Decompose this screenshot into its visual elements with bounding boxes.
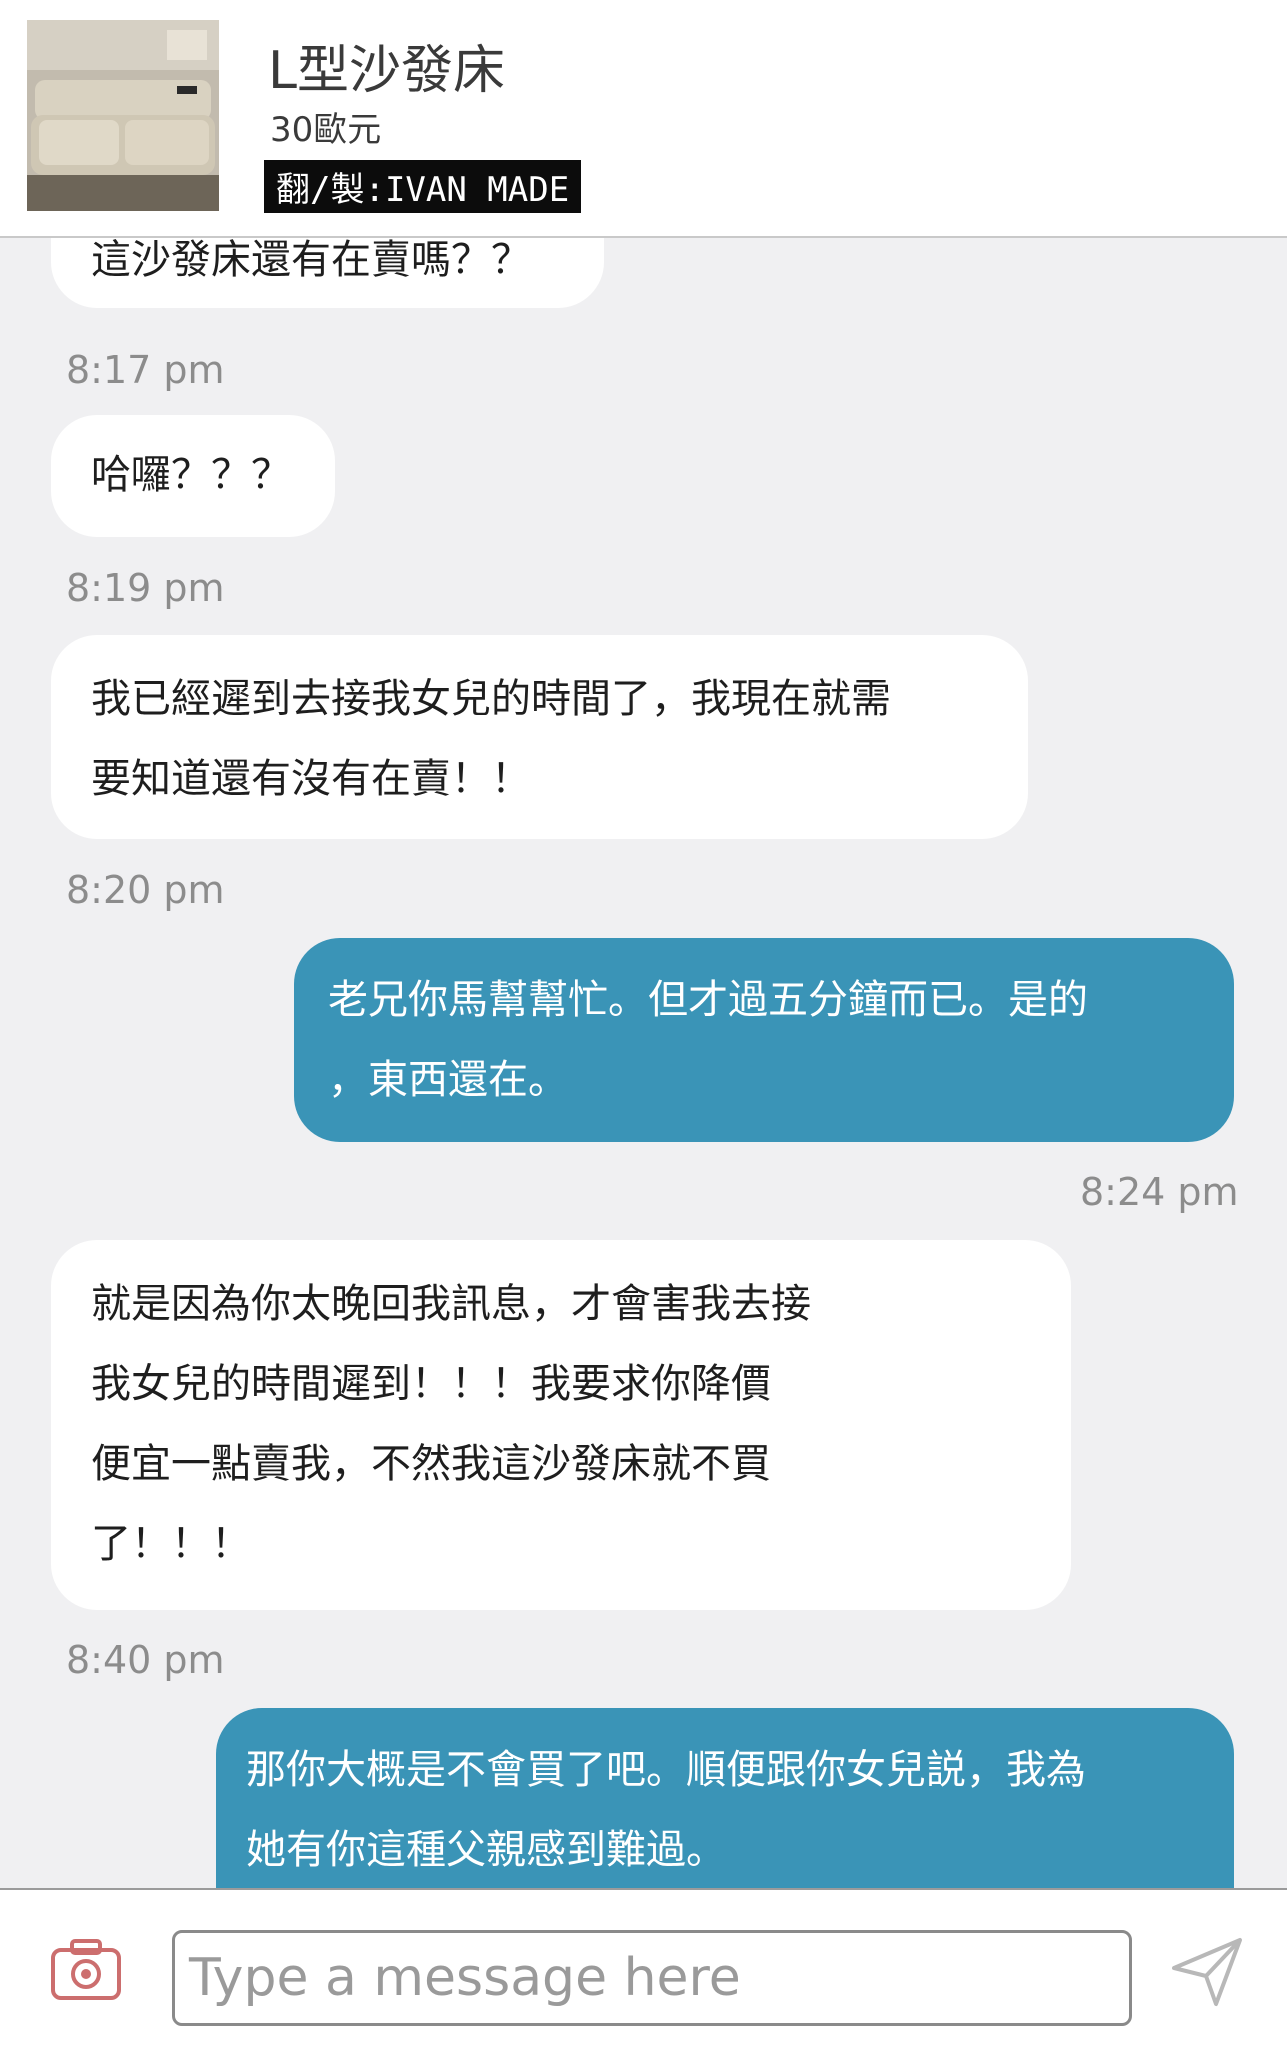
message-text: 她有你這種父親感到難過。 — [246, 1827, 726, 1873]
message-text: 哈囉？？？ — [91, 452, 291, 498]
message-bubble-incoming: 這沙發床還有在賣嗎？？ — [51, 238, 604, 308]
message-text: 那你大概是不會買了吧。順便跟你女兒説，我為 — [246, 1747, 1086, 1793]
message-bubble-outgoing: 老兄你馬幫幫忙。但才過五分鐘而已。是的 ，東西還在。 — [294, 938, 1234, 1142]
message-text: 我已經遲到去接我女兒的時間了，我現在就需 — [91, 676, 891, 722]
message-text: 老兄你馬幫幫忙。但才過五分鐘而已。是的 — [328, 977, 1088, 1023]
message-text: ，東西還在。 — [328, 1057, 568, 1103]
message-bubble-incoming: 哈囉？？？ — [51, 415, 335, 537]
listing-price: 30歐元 — [270, 110, 382, 150]
camera-icon[interactable] — [50, 1936, 122, 2002]
message-text: 就是因為你太晚回我訊息，才會害我去接 — [91, 1281, 811, 1327]
listing-title: L型沙發床 — [268, 41, 505, 101]
message-bubble-incoming: 就是因為你太晚回我訊息，才會害我去接 我女兒的時間遲到！！！我要求你降價 便宜一… — [51, 1240, 1071, 1610]
message-bubble-incoming: 我已經遲到去接我女兒的時間了，我現在就需 要知道還有沒有在賣！！ — [51, 635, 1028, 839]
translator-credit: 翻/製:IVAN MADE — [264, 160, 582, 213]
message-thread[interactable]: 這沙發床還有在賣嗎？？ 8:17 pm 哈囉？？？ 8:19 pm 我已經遲到去… — [0, 238, 1287, 1888]
message-bubble-outgoing: 那你大概是不會買了吧。順便跟你女兒説，我為 她有你這種父親感到難過。 — [216, 1708, 1234, 1888]
message-text: 這沙發床還有在賣嗎？？ — [91, 238, 531, 283]
message-text: 要知道還有沒有在賣！！ — [91, 756, 531, 802]
message-input[interactable]: Type a message here — [172, 1930, 1132, 2026]
message-timestamp: 8:17 pm — [66, 348, 225, 392]
message-text: 便宜一點賣我，不然我這沙發床就不買 — [91, 1441, 771, 1487]
message-timestamp: 8:20 pm — [66, 868, 225, 912]
send-icon[interactable] — [1170, 1936, 1244, 2008]
message-text: 了！！！ — [91, 1521, 251, 1567]
message-timestamp: 8:24 pm — [1080, 1170, 1239, 1214]
listing-thumbnail[interactable] — [27, 20, 219, 211]
listing-header: L型沙發床 30歐元 翻/製:IVAN MADE — [0, 0, 1287, 238]
message-timestamp: 8:40 pm — [66, 1638, 225, 1682]
message-composer: Type a message here — [0, 1888, 1287, 2048]
message-timestamp: 8:19 pm — [66, 566, 225, 610]
message-text: 我女兒的時間遲到！！！我要求你降價 — [91, 1361, 771, 1407]
